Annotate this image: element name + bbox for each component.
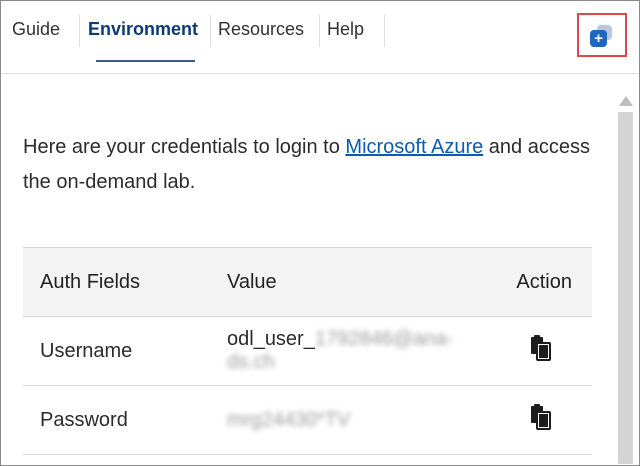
tab-help[interactable]: Help	[327, 15, 364, 47]
credentials-intro: Here are your credentials to login to Mi…	[23, 130, 593, 200]
tab-bar: Guide Environment Resources Help +	[1, 1, 639, 74]
username-visible-prefix: odl_user_	[227, 328, 315, 350]
tab-resources[interactable]: Resources	[218, 15, 304, 47]
field-name-password: Password	[23, 385, 210, 455]
tab-divider	[319, 15, 320, 47]
copy-icon[interactable]	[528, 404, 554, 436]
scrollbar-thumb[interactable]	[618, 112, 633, 464]
environment-content: Here are your credentials to login to Mi…	[1, 74, 613, 465]
vertical-scrollbar[interactable]	[613, 74, 639, 465]
credentials-table: Auth Fields Value Action Username odl_us…	[23, 247, 592, 455]
tab-guide[interactable]: Guide	[12, 15, 60, 47]
username-action	[475, 316, 592, 386]
password-value: mrg24430*TV	[210, 385, 475, 455]
tab-divider	[210, 15, 211, 47]
username-value: odl_user_1792846@ana-ds.ch	[210, 316, 475, 386]
table-header-row: Auth Fields Value Action	[23, 247, 592, 317]
column-header-auth-fields: Auth Fields	[23, 247, 210, 317]
table-row: Username odl_user_1792846@ana-ds.ch	[23, 316, 592, 386]
lab-panel: Guide Environment Resources Help + Here …	[0, 0, 640, 466]
tab-environment[interactable]: Environment	[88, 15, 198, 47]
tab-divider	[384, 15, 385, 47]
copy-icon[interactable]	[528, 335, 554, 367]
tab-divider	[79, 15, 80, 47]
field-name-username: Username	[23, 316, 210, 386]
table-row: Password mrg24430*TV	[23, 385, 592, 455]
intro-text-start: Here are your credentials to login to	[23, 136, 346, 158]
scroll-up-arrow-icon[interactable]	[619, 96, 633, 106]
password-obscured: mrg24430*TV	[227, 408, 351, 431]
password-action	[475, 385, 592, 455]
plus-icon: +	[590, 30, 607, 47]
popout-button[interactable]: +	[577, 13, 627, 57]
column-header-value: Value	[210, 247, 475, 317]
column-header-action: Action	[475, 247, 592, 317]
microsoft-azure-link[interactable]: Microsoft Azure	[345, 136, 483, 158]
active-tab-indicator	[96, 60, 195, 62]
